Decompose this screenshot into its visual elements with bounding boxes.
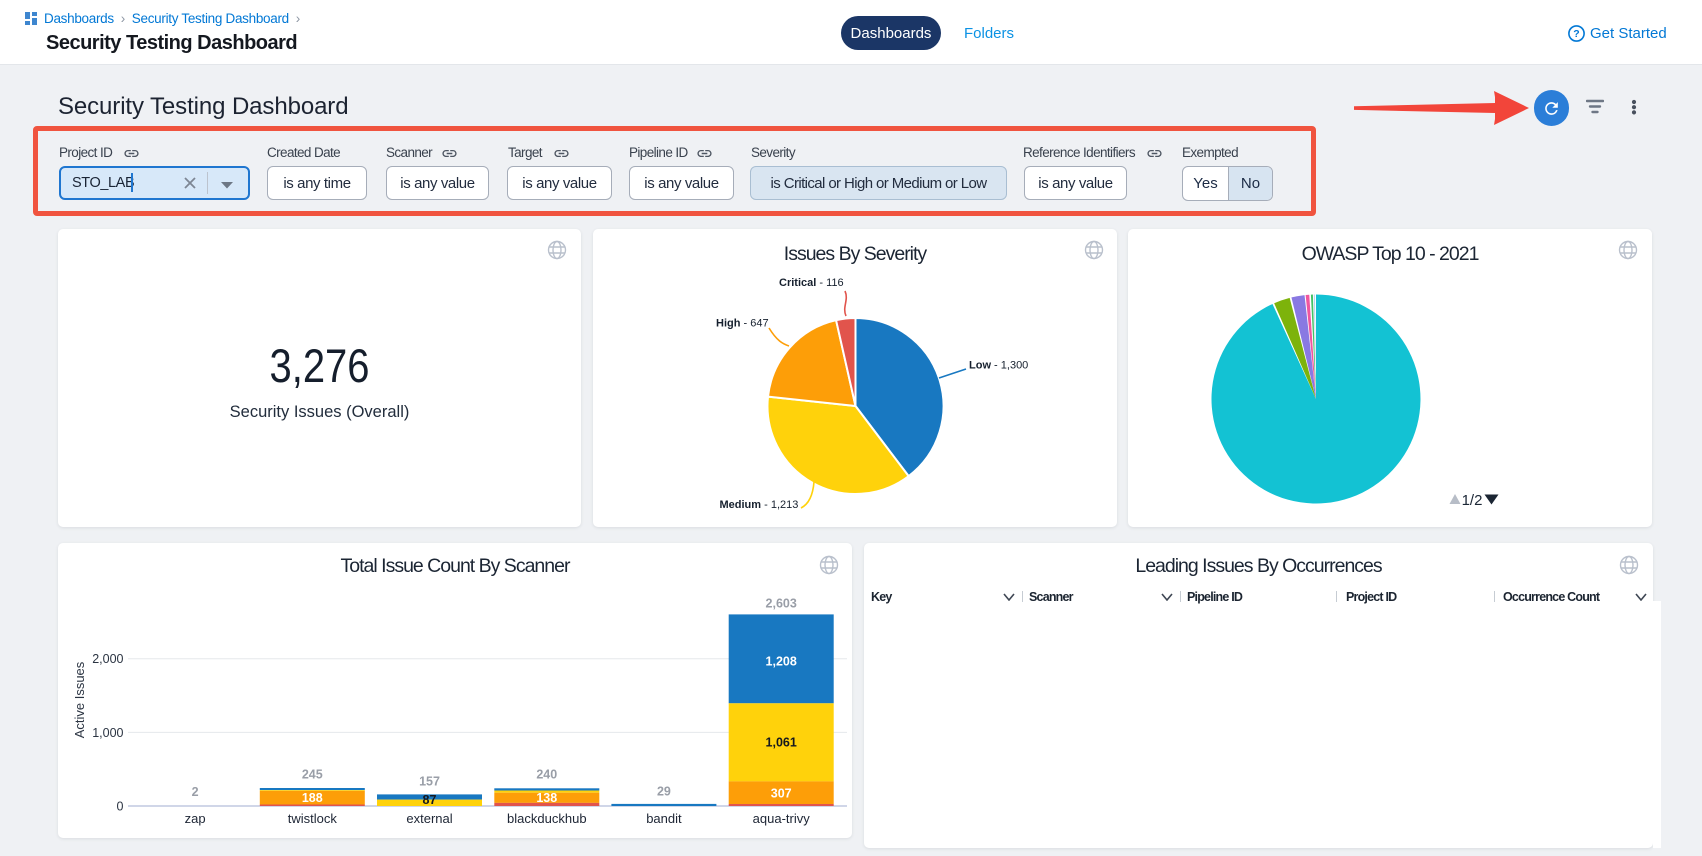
svg-text:188: 188 [302, 791, 323, 805]
svg-text:2,603: 2,603 [766, 597, 797, 611]
svg-text:1,000: 1,000 [92, 726, 123, 740]
svg-text:2,000: 2,000 [92, 652, 123, 666]
svg-text:Low - 1,300: Low - 1,300 [969, 360, 1028, 372]
svg-text:245: 245 [302, 768, 323, 782]
svg-text:240: 240 [536, 768, 557, 782]
svg-text:87: 87 [423, 793, 437, 807]
svg-text:bandit: bandit [646, 811, 682, 826]
svg-text:1,208: 1,208 [766, 655, 797, 669]
svg-text:138: 138 [536, 791, 557, 805]
svg-text:157: 157 [419, 775, 440, 789]
svg-text:Active Issues: Active Issues [72, 661, 87, 738]
svg-text:external: external [406, 811, 452, 826]
svg-text:twistlock: twistlock [288, 811, 338, 826]
svg-text:0: 0 [117, 800, 124, 814]
svg-text:307: 307 [771, 787, 792, 801]
svg-text:Critical - 116: Critical - 116 [779, 277, 844, 289]
svg-text:blackduckhub: blackduckhub [507, 811, 587, 826]
svg-text:29: 29 [657, 785, 671, 799]
svg-text:1,061: 1,061 [766, 736, 797, 750]
svg-text:zap: zap [185, 811, 206, 826]
svg-text:aqua-trivy: aqua-trivy [753, 811, 811, 826]
svg-text:?: ? [1573, 28, 1579, 40]
svg-text:1/2: 1/2 [1462, 492, 1483, 509]
svg-text:High - 647: High - 647 [716, 318, 769, 330]
svg-text:2: 2 [192, 785, 199, 799]
svg-text:Medium - 1,213: Medium - 1,213 [720, 499, 799, 511]
